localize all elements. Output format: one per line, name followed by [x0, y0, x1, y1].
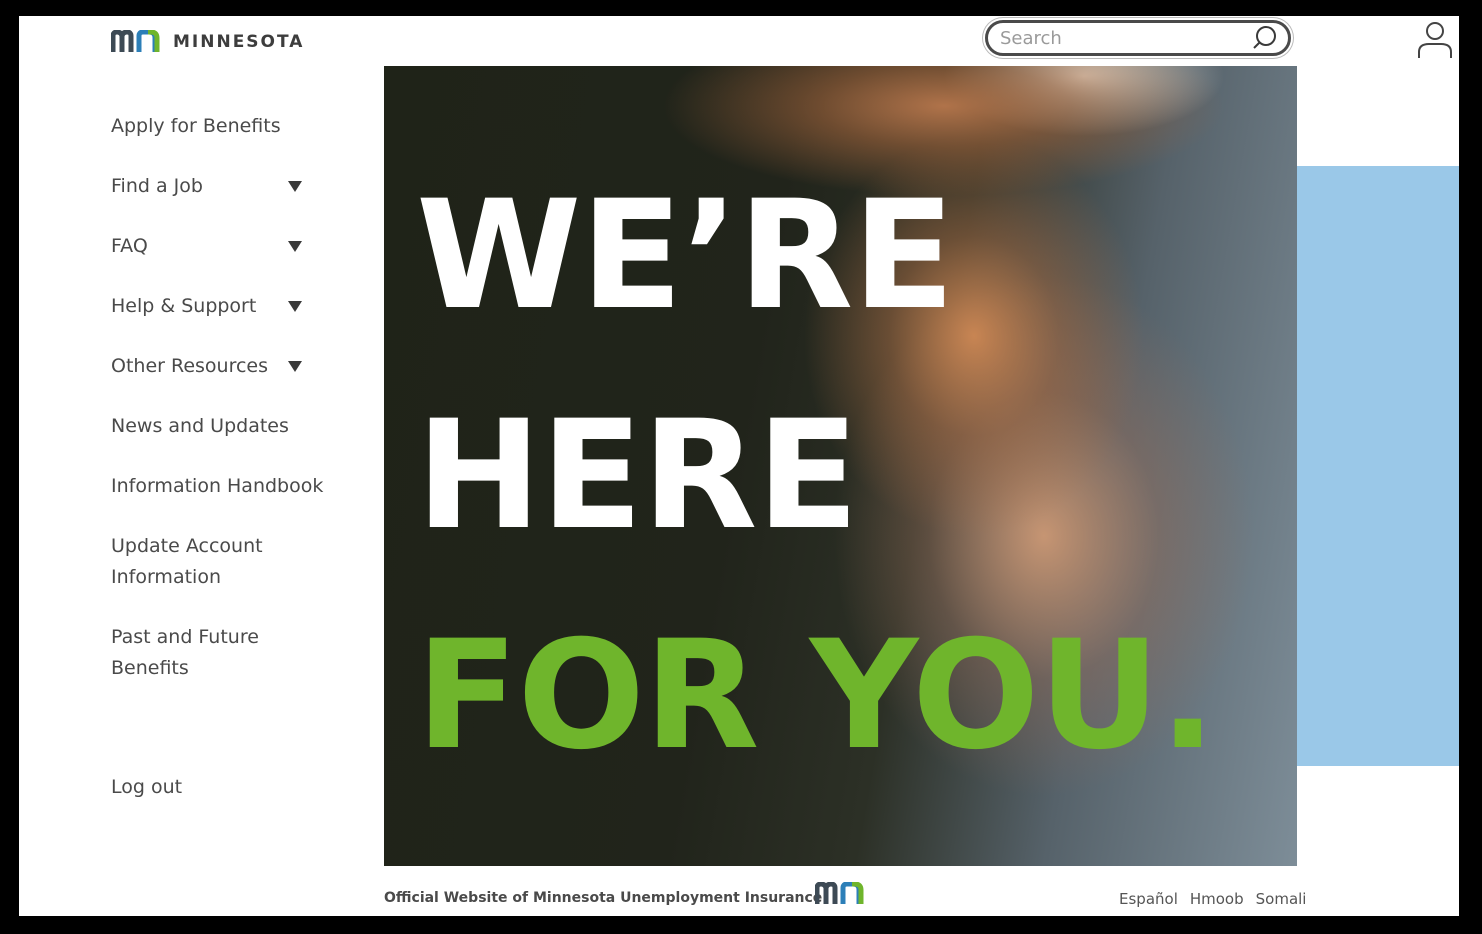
sidebar-item-find-a-job[interactable]: Find a Job — [111, 171, 341, 202]
sidebar-item-news-and-updates[interactable]: News and Updates — [111, 411, 341, 442]
search-input[interactable] — [998, 26, 1252, 50]
hero-headline-line-2: HERE — [416, 389, 859, 563]
official-website-text: Official Website of Minnesota Unemployme… — [384, 890, 823, 906]
sidebar-item-other-resources[interactable]: Other Resources — [111, 351, 341, 382]
caret-down-icon[interactable] — [288, 181, 302, 192]
sidebar-item-label: Update Account Information — [111, 535, 263, 588]
logout-link[interactable]: Log out — [111, 772, 182, 802]
user-icon[interactable] — [1417, 20, 1453, 60]
sidebar-item-label: FAQ — [111, 235, 148, 257]
caret-down-icon[interactable] — [288, 361, 302, 372]
sidebar-item-label: Find a Job — [111, 175, 203, 197]
language-link-espanol[interactable]: Español — [1119, 890, 1178, 908]
page: MINNESOTA Apply for Benefits Find a Job … — [19, 16, 1459, 916]
sidebar-item-past-and-future-benefits[interactable]: Past and Future Benefits — [111, 622, 271, 684]
language-links: Español Hmoob Somali — [1119, 890, 1306, 908]
search-box[interactable] — [985, 20, 1291, 56]
sidebar-item-label: Information Handbook — [111, 475, 324, 497]
caret-down-icon[interactable] — [288, 241, 302, 252]
sidebar-item-faq[interactable]: FAQ — [111, 231, 341, 262]
sidebar-item-label: Other Resources — [111, 355, 269, 377]
sidebar-item-label: News and Updates — [111, 415, 289, 437]
hero-headline-line-1: WE’RE — [416, 169, 955, 343]
sidebar-item-update-account-information[interactable]: Update Account Information — [111, 531, 271, 593]
mn-logo-icon — [111, 30, 160, 52]
caret-down-icon[interactable] — [288, 301, 302, 312]
sidebar-item-information-handbook[interactable]: Information Handbook — [111, 471, 341, 502]
sidebar-item-help-support[interactable]: Help & Support — [111, 291, 341, 322]
sidebar-item-label: Past and Future Benefits — [111, 626, 259, 679]
sidebar-item-label: Apply for Benefits — [111, 115, 281, 137]
language-link-somali[interactable]: Somali — [1256, 890, 1307, 908]
brand-name: MINNESOTA — [173, 32, 305, 52]
hero-headline-line-3: FOR YOU. — [416, 609, 1216, 783]
language-link-hmoob[interactable]: Hmoob — [1190, 890, 1244, 908]
sidebar-item-label: Help & Support — [111, 295, 257, 317]
sidebar-nav: Apply for Benefits Find a Job FAQ Help &… — [111, 111, 341, 713]
search-icon[interactable] — [1252, 25, 1278, 51]
mn-footer-logo-icon[interactable] — [815, 882, 865, 906]
hero-banner: WE’RE HERE FOR YOU. — [384, 66, 1297, 866]
minnesota-logo[interactable]: MINNESOTA — [111, 30, 304, 54]
sidebar-item-apply-for-benefits[interactable]: Apply for Benefits — [111, 111, 341, 142]
